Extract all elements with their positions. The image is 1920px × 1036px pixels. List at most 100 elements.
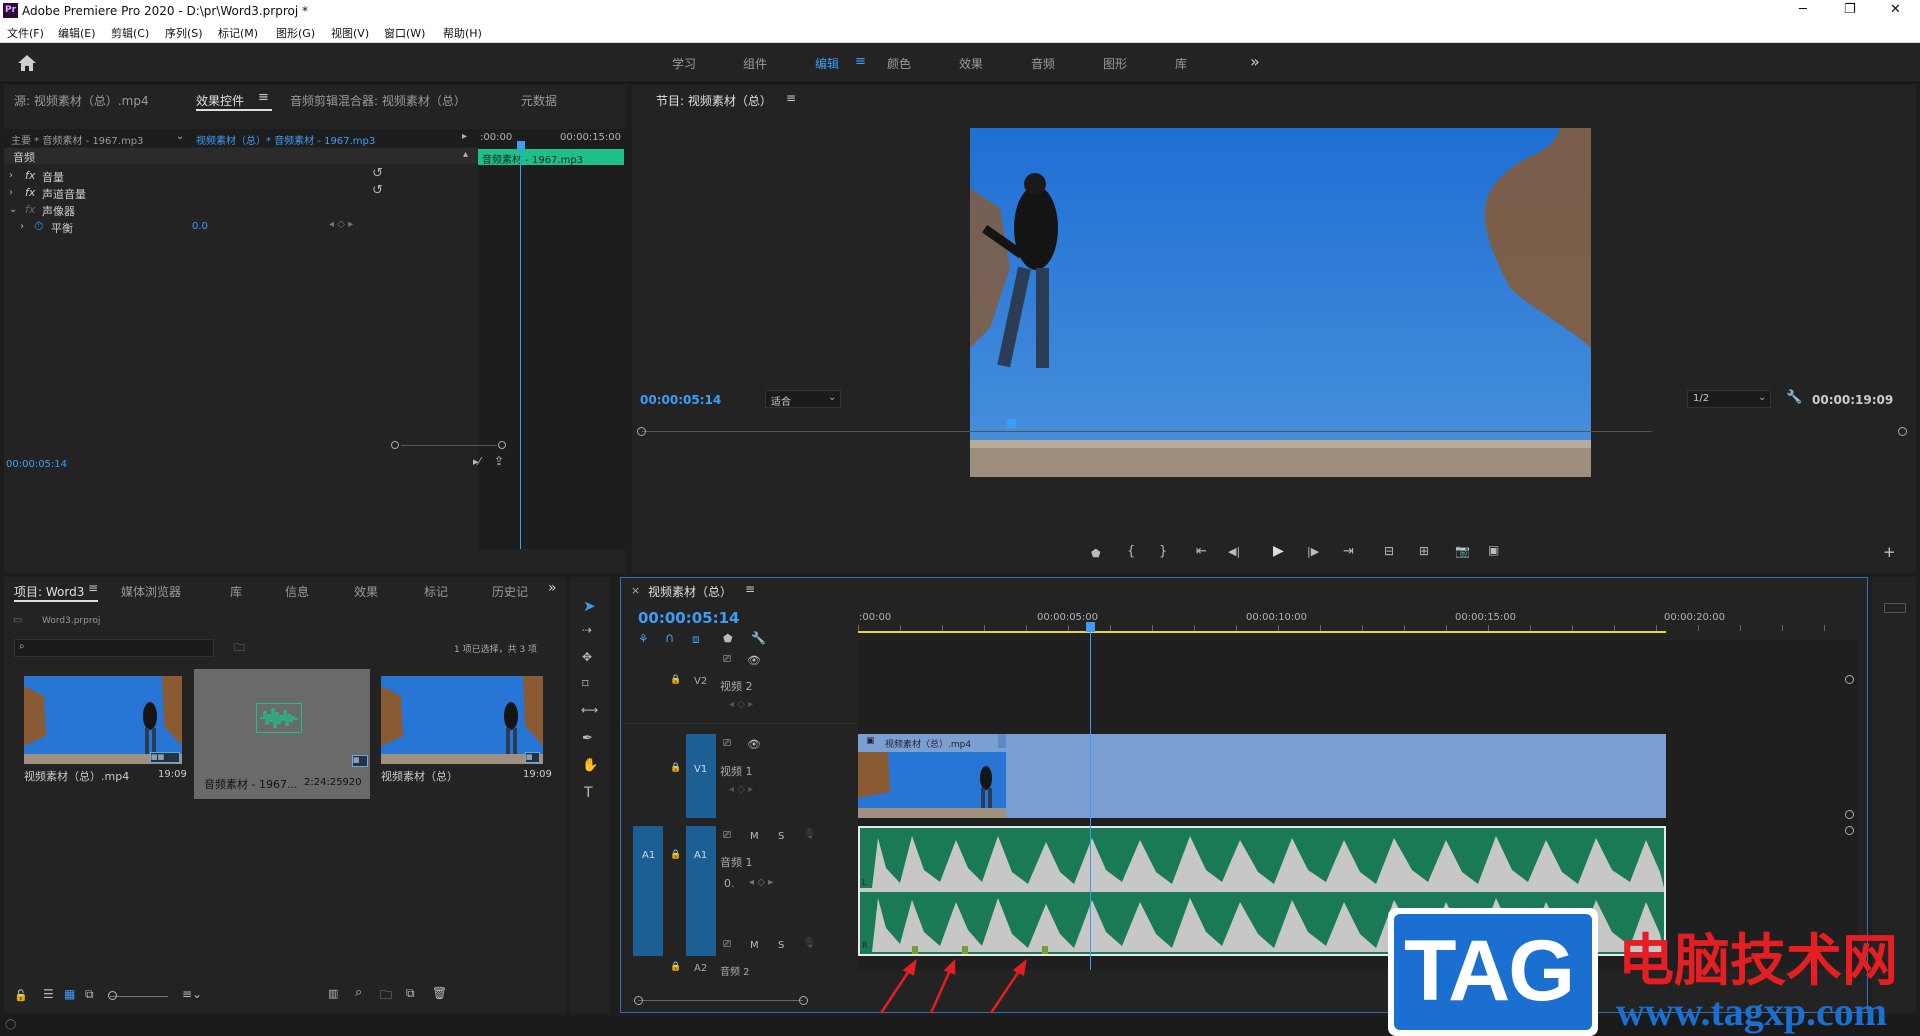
a1-lock-icon[interactable]: 🔒 [670, 850, 681, 860]
workspace-effects[interactable]: 效果 [959, 55, 983, 72]
extract-button[interactable]: ⊞ [1419, 544, 1429, 558]
program-menu-icon[interactable]: ≡ [786, 91, 796, 105]
project-search-input[interactable]: ⌕ [14, 639, 214, 657]
menu-marker[interactable]: 标记(M) [218, 25, 258, 41]
fx-badge-channel[interactable]: fx [25, 186, 35, 199]
tab-libraries[interactable]: 库 [230, 583, 242, 600]
add-marker-button[interactable]: ⬟ [1091, 547, 1101, 560]
list-view-icon[interactable]: ☰ [43, 987, 54, 1001]
workspace-assembly[interactable]: 组件 [743, 55, 767, 72]
new-bin-icon[interactable]: 🗀 [380, 986, 392, 1007]
program-title[interactable]: 节目: 视频素材（总） [656, 92, 772, 109]
workspace-learn[interactable]: 学习 [672, 55, 696, 72]
playhead-marker[interactable] [517, 141, 525, 149]
minimize-button[interactable]: ─ [1799, 2, 1807, 17]
timeline-menu-icon[interactable]: ≡ [745, 582, 755, 596]
workspace-libraries[interactable]: 库 [1175, 55, 1187, 72]
find-icon[interactable]: ⌕ [355, 985, 362, 1000]
filter-icon[interactable]: ▸⁄ [473, 455, 480, 468]
tab-effects[interactable]: 效果 [354, 583, 378, 600]
razor-tool-icon[interactable]: ⌑ [582, 677, 589, 692]
new-item-icon[interactable]: ⧉ [406, 986, 415, 1001]
a1-sync-icon[interactable]: ⎚ [723, 830, 731, 841]
scrubber-right[interactable] [1898, 427, 1907, 436]
audio-keyframe-1[interactable] [912, 946, 918, 954]
balance-value[interactable]: 0.0 [192, 221, 208, 232]
a1-mic-icon[interactable]: 🎙 [803, 829, 816, 840]
v1-lock-icon[interactable]: 🔒 [670, 763, 681, 773]
workspace-menu-icon[interactable]: ≡ [855, 54, 866, 69]
expand-volume-icon[interactable]: › [9, 170, 13, 181]
stopwatch-icon[interactable]: ⏱ [34, 219, 43, 234]
a1-keyframe-nav[interactable]: ◂ ◇ ▸ [749, 877, 773, 888]
reset-volume-icon[interactable]: ↺ [372, 166, 383, 181]
keyframe-nav-icon[interactable]: ◂ ◇ ▸ [329, 219, 353, 230]
expand-channel-volume-icon[interactable]: › [9, 187, 13, 198]
project-menu-icon[interactable]: ≡ [88, 581, 98, 595]
project-tabs-more[interactable]: » [548, 580, 557, 596]
v1-eye-icon[interactable]: 👁 [747, 738, 761, 751]
v2-label[interactable]: V2 [694, 676, 707, 687]
v-scroll-video-bottom[interactable] [1845, 810, 1854, 819]
timeline-timecode[interactable]: 00:00:05:14 [638, 609, 740, 627]
v-scroll-audio-top[interactable] [1845, 826, 1854, 835]
sequence-clip-label[interactable]: 视频素材（总）* 音频素材 - 1967.mp3 [196, 132, 375, 147]
a2-mute[interactable]: M [750, 940, 759, 951]
program-playhead[interactable] [1007, 419, 1016, 428]
timeline-playhead-head[interactable] [1086, 622, 1095, 632]
v2-sync-icon[interactable]: ⎚ [723, 654, 731, 665]
lift-button[interactable]: ⊟ [1384, 544, 1394, 558]
menu-edit[interactable]: 编辑(E) [58, 25, 96, 41]
home-icon[interactable] [17, 54, 37, 72]
mini-scroll-right[interactable] [498, 441, 506, 449]
pen-tool-icon[interactable]: ✒ [582, 731, 593, 746]
new-bin-from-search-icon[interactable]: 🗀 [234, 639, 245, 658]
play-arrow-icon[interactable]: ▸ [462, 131, 467, 142]
project-item-audio-selected[interactable]: ▦ 音频素材 - 1967... 2:24:25920 [194, 669, 370, 799]
project-item-sequence[interactable]: ▦ 视频素材（总） 19:09 [377, 676, 552, 783]
v2-lock-icon[interactable]: 🔒 [670, 675, 681, 685]
menu-sequence[interactable]: 序列(S) [165, 25, 203, 41]
menu-help[interactable]: 帮助(H) [443, 25, 482, 41]
comparison-view-button[interactable]: ▣ [1488, 543, 1499, 557]
mark-out-button[interactable]: } [1159, 544, 1167, 559]
tab-project[interactable]: 项目: Word3 [14, 583, 84, 600]
fit-dropdown[interactable]: 适合 ⌄ [765, 390, 841, 408]
v2-eye-icon[interactable]: 👁 [747, 654, 761, 667]
collapse-arrow-icon[interactable]: ▴ [463, 149, 468, 160]
zoom-slider[interactable] [110, 996, 168, 997]
workspace-graphics[interactable]: 图形 [1103, 55, 1127, 72]
h-scroll-left[interactable] [634, 996, 643, 1005]
audio-meter[interactable] [1884, 603, 1906, 613]
a2-lock-icon[interactable]: 🔒 [670, 962, 681, 972]
fx-badge-panner[interactable]: fx [25, 203, 35, 216]
scrubber-left[interactable] [637, 427, 646, 436]
a2-mic-icon[interactable]: 🎙 [803, 938, 816, 949]
project-item-video-mp4[interactable]: ▦▦ 视频素材（总）.mp4 19:09 [20, 676, 187, 783]
tab-media-browser[interactable]: 媒体浏览器 [121, 583, 181, 600]
v1-keyframe-nav[interactable]: ◂ ◇ ▸ [729, 784, 753, 795]
h-scroll-right[interactable] [799, 996, 808, 1005]
v1-sync-icon[interactable]: ⎚ [723, 738, 731, 749]
automate-to-sequence-icon[interactable]: ▥ [328, 987, 338, 1000]
close-button[interactable]: ✕ [1890, 2, 1901, 17]
menu-clip[interactable]: 剪辑(C) [111, 25, 149, 41]
menu-view[interactable]: 视图(V) [331, 25, 369, 41]
a1-mute[interactable]: M [750, 831, 759, 842]
clip-dropdown-arrow[interactable]: ⌄ [176, 131, 184, 142]
panel-menu-icon[interactable]: ≡ [258, 90, 269, 105]
mini-clip-bar[interactable]: 音频素材 - 1967.mp3 [478, 149, 624, 166]
go-to-in-button[interactable]: ⇤ [1196, 544, 1207, 559]
tab-metadata[interactable]: 元数据 [521, 92, 557, 109]
collapse-panner-icon[interactable]: ⌄ [9, 204, 17, 215]
program-video-frame[interactable] [970, 128, 1591, 477]
a2-solo[interactable]: S [778, 940, 784, 951]
tab-effect-controls[interactable]: 效果控件 [196, 92, 244, 109]
hand-tool-icon[interactable]: ✋ [582, 758, 598, 773]
resolution-dropdown[interactable]: 1/2 ⌄ [1687, 390, 1771, 408]
menu-window[interactable]: 窗口(W) [384, 25, 425, 41]
track-select-tool-icon[interactable]: ⇢ [582, 623, 592, 637]
lock-icon[interactable]: 🔓 [14, 989, 28, 1002]
wrench-icon[interactable]: 🔧 [1786, 390, 1802, 405]
tab-info[interactable]: 信息 [285, 583, 309, 600]
